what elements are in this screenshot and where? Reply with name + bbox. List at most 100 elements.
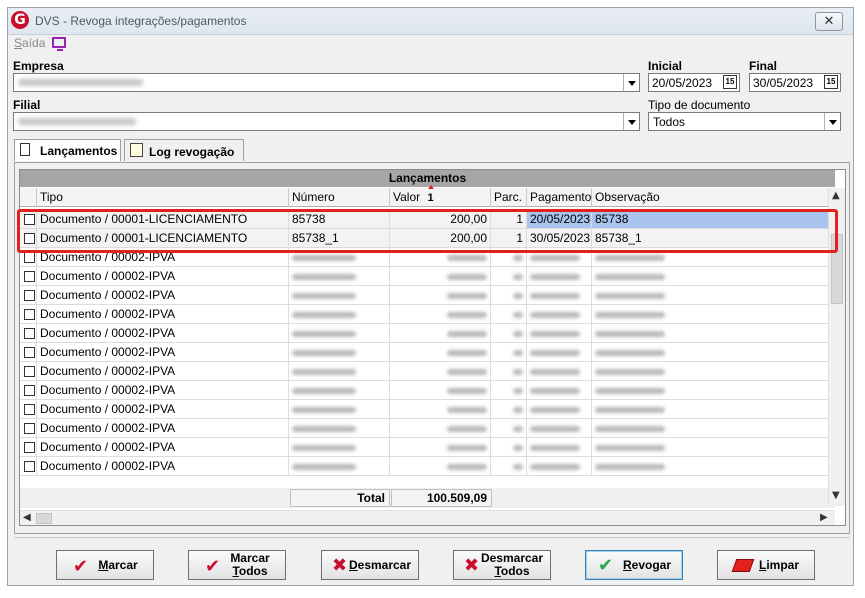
check-icon: ✔ (73, 556, 89, 577)
col-header-pagamento[interactable]: Pagamento (527, 188, 592, 207)
revogar-button[interactable]: ✔ Revogar (585, 550, 683, 580)
row-checkbox-cell[interactable] (20, 305, 37, 324)
chevron-down-icon[interactable] (623, 74, 639, 91)
tab-lancamentos[interactable]: Lançamentos (14, 139, 121, 161)
row-checkbox-cell[interactable] (20, 400, 37, 419)
final-label: Final (749, 59, 778, 73)
filial-combo[interactable] (13, 112, 640, 131)
cell-numero (289, 381, 390, 400)
row-checkbox[interactable] (24, 404, 35, 415)
table-row[interactable]: Documento / 00002-IPVA (20, 343, 835, 362)
marcar-todos-button[interactable]: ✔ Marcar Todos (188, 550, 286, 580)
scroll-left-icon[interactable]: ◀ (23, 512, 31, 523)
marcar-todos-line2: Todos (232, 564, 268, 578)
redacted-value (530, 274, 580, 280)
calendar-icon[interactable]: 15 (824, 75, 838, 89)
cell-parc (491, 381, 527, 400)
window-title: DVS - Revoga integrações/pagamentos (35, 14, 247, 28)
cell-valor (390, 267, 491, 286)
table-row[interactable]: Documento / 00002-IPVA (20, 324, 835, 343)
table-row[interactable]: Documento / 00002-IPVA (20, 457, 835, 476)
limpar-button[interactable]: Limpar (717, 550, 815, 580)
row-checkbox[interactable] (24, 385, 35, 396)
row-checkbox[interactable] (24, 309, 35, 320)
row-checkbox[interactable] (24, 252, 35, 263)
redacted-value (447, 274, 487, 280)
row-checkbox-cell[interactable] (20, 419, 37, 438)
cell-valor (390, 419, 491, 438)
chevron-down-icon[interactable] (623, 113, 639, 130)
cell-tipo: Documento / 00002-IPVA (37, 438, 289, 457)
row-checkbox-cell[interactable] (20, 286, 37, 305)
col-header-numero[interactable]: Número (289, 188, 390, 207)
tipo-documento-select[interactable]: Todos (648, 112, 841, 131)
row-checkbox-cell[interactable] (20, 438, 37, 457)
table-row[interactable]: Documento / 00002-IPVA (20, 381, 835, 400)
redacted-value (292, 464, 356, 470)
row-checkbox[interactable] (24, 271, 35, 282)
col-header-valor[interactable]: Valor 1 (390, 185, 491, 207)
row-checkbox[interactable] (24, 366, 35, 377)
row-checkbox[interactable] (24, 347, 35, 358)
redacted-value (530, 464, 580, 470)
redacted-value (595, 388, 665, 394)
cell-valor (390, 343, 491, 362)
row-checkbox-cell[interactable] (20, 267, 37, 286)
cell-valor (390, 400, 491, 419)
marcar-button[interactable]: ✔ Marcar (56, 550, 154, 580)
scroll-right-icon[interactable]: ▶ (820, 512, 828, 523)
cell-tipo: Documento / 00002-IPVA (37, 419, 289, 438)
redacted-value (513, 293, 523, 299)
menu-saida[interactable]: Saída (14, 36, 45, 50)
cell-pagamento (527, 400, 592, 419)
redacted-value (447, 350, 487, 356)
scroll-down-icon[interactable]: ▼ (832, 490, 840, 501)
table-row[interactable]: Documento / 00002-IPVA (20, 400, 835, 419)
table-row[interactable]: Documento / 00002-IPVA (20, 362, 835, 381)
sort-index: 1 (427, 192, 434, 204)
tab-log-revogacao[interactable]: Log revogação (124, 139, 244, 161)
cell-parc (491, 267, 527, 286)
row-checkbox[interactable] (24, 290, 35, 301)
row-checkbox-cell[interactable] (20, 362, 37, 381)
row-checkbox[interactable] (24, 442, 35, 453)
row-checkbox[interactable] (24, 423, 35, 434)
horizontal-scrollbar[interactable]: ◀ ▶ (20, 510, 835, 525)
col-header-parc[interactable]: Parc. (491, 188, 527, 207)
row-checkbox[interactable] (24, 328, 35, 339)
calendar-icon[interactable]: 15 (723, 75, 737, 89)
check-icon: ✔ (205, 556, 221, 577)
marcar-label: Marcar (87, 551, 149, 579)
final-date-field[interactable]: 30/05/2023 15 (749, 73, 841, 92)
row-checkbox-cell[interactable] (20, 381, 37, 400)
inicial-date-field[interactable]: 20/05/2023 15 (648, 73, 740, 92)
cell-tipo: Documento / 00002-IPVA (37, 381, 289, 400)
redacted-value (447, 445, 487, 451)
inicial-label: Inicial (648, 59, 683, 73)
cell-parc (491, 343, 527, 362)
row-checkbox-cell[interactable] (20, 343, 37, 362)
col-header-observacao[interactable]: Observação (592, 188, 835, 207)
horizontal-scroll-thumb[interactable] (36, 513, 52, 524)
empresa-combo[interactable] (13, 73, 640, 92)
table-row[interactable]: Documento / 00002-IPVA (20, 438, 835, 457)
chevron-down-icon[interactable] (824, 113, 840, 130)
desmarcar-todos-button[interactable]: ✖ Desmarcar Todos (453, 550, 551, 580)
row-checkbox-cell[interactable] (20, 457, 37, 476)
table-row[interactable]: Documento / 00002-IPVA (20, 286, 835, 305)
table-row[interactable]: Documento / 00002-IPVA (20, 419, 835, 438)
monitor-icon[interactable] (52, 37, 66, 51)
row-checkbox[interactable] (24, 461, 35, 472)
redacted-value (595, 464, 665, 470)
notepad-icon (130, 143, 143, 157)
page-icon (20, 143, 30, 156)
cell-tipo: Documento / 00002-IPVA (37, 343, 289, 362)
close-button[interactable]: ✕ (815, 12, 843, 31)
row-checkbox-cell[interactable] (20, 324, 37, 343)
app-logo-icon: G (11, 11, 29, 29)
table-row[interactable]: Documento / 00002-IPVA (20, 267, 835, 286)
col-header-tipo[interactable]: Tipo (37, 188, 289, 207)
table-row[interactable]: Documento / 00002-IPVA (20, 305, 835, 324)
desmarcar-button[interactable]: ✖ Desmarcar (321, 550, 419, 580)
scroll-up-icon[interactable]: ▲ (832, 190, 840, 201)
